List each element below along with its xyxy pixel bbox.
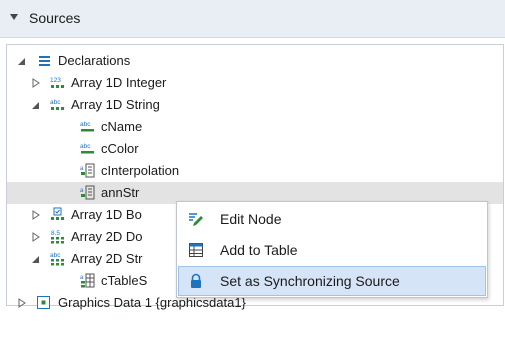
expanded-arrow-icon[interactable]	[31, 253, 41, 265]
svg-text:8.5: 8.5	[51, 230, 60, 237]
tree-node-array-1d-integer[interactable]: 123 Array 1D Integer	[7, 72, 503, 94]
triangle-down-icon[interactable]	[9, 13, 19, 21]
tree-node-label: Declarations	[58, 53, 131, 68]
table-icon: a	[80, 273, 95, 288]
collapsed-arrow-icon[interactable]	[31, 231, 41, 243]
tree-node-label: cTableS	[101, 273, 148, 288]
expanded-arrow-icon[interactable]	[31, 99, 41, 111]
tree-node-declarations[interactable]: Declarations	[7, 50, 503, 72]
lock-icon	[191, 273, 201, 288]
tree-node-label: Array 1D String	[71, 97, 160, 112]
string-icon: abc	[80, 121, 94, 132]
collapsed-arrow-icon[interactable]	[17, 297, 27, 309]
context-menu: Edit Node Add to Table Set as Synchroniz…	[176, 201, 488, 298]
svg-text:abc: abc	[50, 252, 61, 259]
tree-node-label: Array 2D Str	[71, 251, 143, 266]
menu-item-label: Set as Synchronizing Source	[220, 273, 400, 289]
array-1d-integer-icon: 123	[50, 77, 64, 88]
tree-node-label: cInterpolation	[101, 163, 180, 178]
tree-node-label: Array 1D Integer	[71, 75, 167, 90]
interpolation-icon: a	[80, 185, 95, 200]
tree-node-ccolor[interactable]: abc cColor	[7, 138, 503, 160]
tree-node-cinterpolation[interactable]: a cInterpolation	[7, 160, 503, 182]
tree-node-cname[interactable]: abc cName	[7, 116, 503, 138]
svg-text:123: 123	[50, 77, 61, 84]
menu-item-label: Add to Table	[220, 242, 298, 258]
svg-text:a: a	[80, 166, 84, 172]
array-1d-boolean-icon	[51, 207, 64, 220]
tree-node-label: cColor	[101, 141, 139, 156]
sources-header[interactable]: Sources	[0, 0, 505, 38]
svg-text:a: a	[80, 188, 84, 194]
graphics-data-icon	[37, 296, 50, 309]
svg-text:abc: abc	[50, 99, 61, 106]
menu-item-label: Edit Node	[220, 211, 282, 227]
menu-item-edit-node[interactable]: Edit Node	[178, 204, 486, 234]
tree-node-label: Array 1D Bo	[71, 207, 142, 222]
svg-text:a: a	[80, 275, 84, 281]
array-1d-string-icon: abc	[50, 99, 64, 110]
array-2d-double-icon: 8.5	[51, 230, 64, 244]
declarations-icon	[39, 56, 50, 66]
sources-title: Sources	[29, 10, 81, 26]
tree-node-label: Array 2D Do	[71, 229, 143, 244]
edit-node-icon	[189, 213, 203, 226]
array-2d-string-icon: abc	[50, 252, 64, 266]
tree-node-label: cName	[101, 119, 143, 134]
add-to-table-icon	[189, 243, 203, 257]
svg-text:abc: abc	[80, 143, 91, 150]
menu-item-set-as-synchronizing-source[interactable]: Set as Synchronizing Source	[178, 266, 486, 296]
tree-node-array-1d-string[interactable]: abc Array 1D String	[7, 94, 503, 116]
tree-node-label: annStr	[101, 185, 140, 200]
menu-item-add-to-table[interactable]: Add to Table	[178, 235, 486, 265]
svg-text:abc: abc	[80, 121, 91, 128]
interpolation-icon: a	[80, 163, 95, 178]
string-icon: abc	[80, 143, 94, 154]
expanded-arrow-icon[interactable]	[17, 55, 27, 67]
collapsed-arrow-icon[interactable]	[31, 77, 41, 89]
collapsed-arrow-icon[interactable]	[31, 209, 41, 221]
